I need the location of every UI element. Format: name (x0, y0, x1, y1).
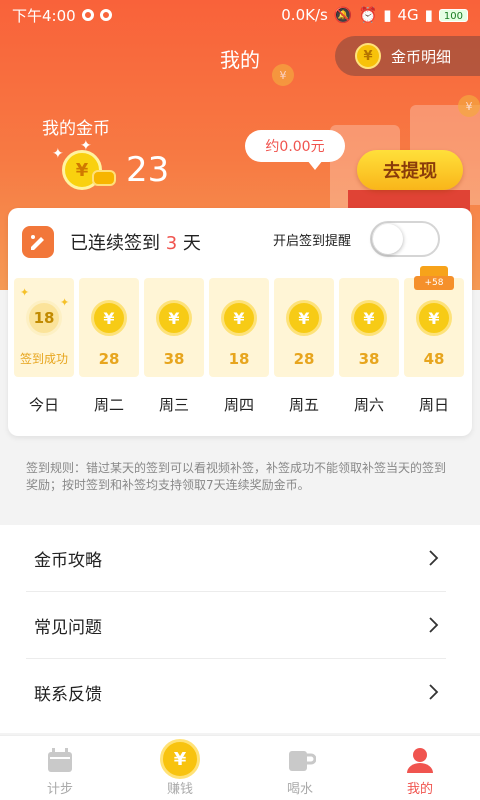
coin-icon: ¥ (221, 300, 257, 336)
status-time: 下午4:00 (12, 6, 76, 25)
streak-text: 已连续签到 3 天 (70, 229, 201, 255)
day-value: 38 (163, 350, 185, 368)
day-value: 28 (293, 350, 315, 368)
menu-item-feedback[interactable]: 联系反馈 (0, 659, 480, 725)
toggle-knob (373, 224, 403, 254)
tab-drink[interactable]: 喝水 (240, 736, 360, 800)
day-card[interactable]: ¥ 18 (209, 278, 269, 377)
day-card[interactable]: +58 ¥ 48 (404, 266, 464, 377)
calendar-icon (48, 748, 72, 772)
day-label: 今日 (28, 396, 59, 414)
network-type: 4G (397, 6, 419, 24)
menu-list: 金币攻略 常见问题 联系反馈 (0, 525, 480, 733)
day-value: 48 (423, 350, 445, 368)
chevron-right-icon (429, 684, 439, 700)
coin-icon: ¥ (91, 300, 127, 336)
menu-item-label: 联系反馈 (34, 684, 102, 705)
menu-item-faq[interactable]: 常见问题 (0, 592, 480, 658)
signin-header: 已连续签到 3 天 开启签到提醒 (8, 208, 472, 268)
my-coins-label: 我的金币 (42, 119, 110, 139)
menu-item-label: 常见问题 (34, 617, 102, 638)
tab-earn[interactable]: ¥ 赚钱 (120, 736, 240, 800)
streak-prefix: 已连续签到 (70, 233, 160, 254)
streak-days: 3 (165, 233, 178, 254)
menu-item-coin-guide[interactable]: 金币攻略 (0, 525, 480, 591)
notification-icon (81, 9, 94, 21)
coin-count: 23 (126, 150, 170, 190)
day-label: 周四 (223, 396, 254, 414)
cup-icon (289, 751, 316, 771)
tab-mine[interactable]: 我的 (360, 736, 480, 800)
day-labels: 今日 周二 周三 周四 周五 周六 周日 (14, 394, 466, 418)
mute-icon: 🔕 (333, 6, 353, 24)
alarm-icon: ⏰ (358, 6, 378, 24)
day-value: 28 (98, 350, 120, 368)
tab-label: 我的 (406, 782, 433, 797)
day-value: 18 (228, 350, 250, 368)
day-card[interactable]: ¥ 28 (79, 278, 139, 377)
withdraw-button[interactable]: 去提现 (357, 150, 463, 190)
network-speed: 0.0K/s (281, 6, 328, 24)
bottom-tab-bar: 计步 ¥ 赚钱 喝水 我的 (0, 735, 480, 800)
reminder-toggle[interactable] (370, 221, 440, 257)
sparkle-icon: ✦ (52, 146, 64, 162)
sparkle-icon: ✦ (20, 286, 30, 299)
streak-suffix: 天 (182, 233, 201, 254)
day-label: 周五 (288, 396, 319, 414)
notification-icon (99, 9, 112, 21)
coin-icon: ¥ (286, 300, 322, 336)
day-label: 周三 (158, 396, 189, 414)
coin-icon: 18 (26, 300, 62, 336)
chevron-right-icon (429, 550, 439, 566)
day-status: 签到成功 (19, 352, 68, 366)
tab-label: 计步 (46, 782, 73, 797)
day-card[interactable]: ¥ 38 (339, 278, 399, 377)
user-icon (407, 748, 433, 773)
menu-item-label: 金币攻略 (34, 550, 102, 571)
coin-icon: ¥ (355, 43, 381, 69)
battery-icon: 100 (438, 8, 468, 22)
coin-detail-button[interactable]: ¥ 金币明细 (335, 36, 480, 76)
coin-icon: ¥ (160, 739, 200, 779)
coin-icon: ¥ (351, 300, 387, 336)
chevron-right-icon (429, 617, 439, 633)
signin-rules: 签到规则：错过某天的签到可以看视频补签，补签成功不能领取补签当天的签到奖励；按时… (26, 461, 447, 492)
day-label: 周六 (353, 396, 384, 414)
gift-icon: +58 (414, 262, 454, 292)
coin-icon: ¥ (156, 300, 192, 336)
tab-steps[interactable]: 计步 (0, 736, 120, 800)
reminder-label: 开启签到提醒 (273, 234, 352, 249)
status-bar: 下午4:00 0.0K/s 🔕 ⏰ ▮ 4G ▮ 100 (0, 0, 480, 30)
signin-days: ✦ ✦ 18 签到成功 ¥ 28 ¥ 38 ¥ 18 ¥ 28 ¥ 38 +58… (14, 266, 466, 378)
day-card[interactable]: ✦ ✦ 18 签到成功 (14, 278, 74, 377)
pencil-icon (22, 226, 54, 258)
day-label: 周日 (418, 396, 449, 414)
approx-value-bubble: 约0.00元 (245, 130, 345, 170)
signal-icon: ▮ (383, 6, 392, 24)
signin-card: 已连续签到 3 天 开启签到提醒 ✦ ✦ 18 签到成功 ¥ 28 ¥ 38 ¥… (8, 208, 472, 436)
day-card[interactable]: ¥ 28 (274, 278, 334, 377)
day-card[interactable]: ¥ 38 (144, 278, 204, 377)
day-label: 周二 (93, 396, 124, 414)
gift-bonus: +58 (414, 276, 454, 290)
wifi-icon: ▮ (424, 6, 433, 24)
tab-label: 喝水 (286, 782, 313, 797)
sparkle-icon: ✦ (60, 296, 70, 309)
coin-detail-label: 金币明细 (391, 47, 452, 66)
tab-label: 赚钱 (166, 782, 193, 797)
coin-stack-icon (92, 170, 116, 186)
floating-coin-icon: ¥ (458, 95, 480, 117)
coin-icon: ¥ (416, 300, 452, 336)
day-value: 38 (358, 350, 380, 368)
